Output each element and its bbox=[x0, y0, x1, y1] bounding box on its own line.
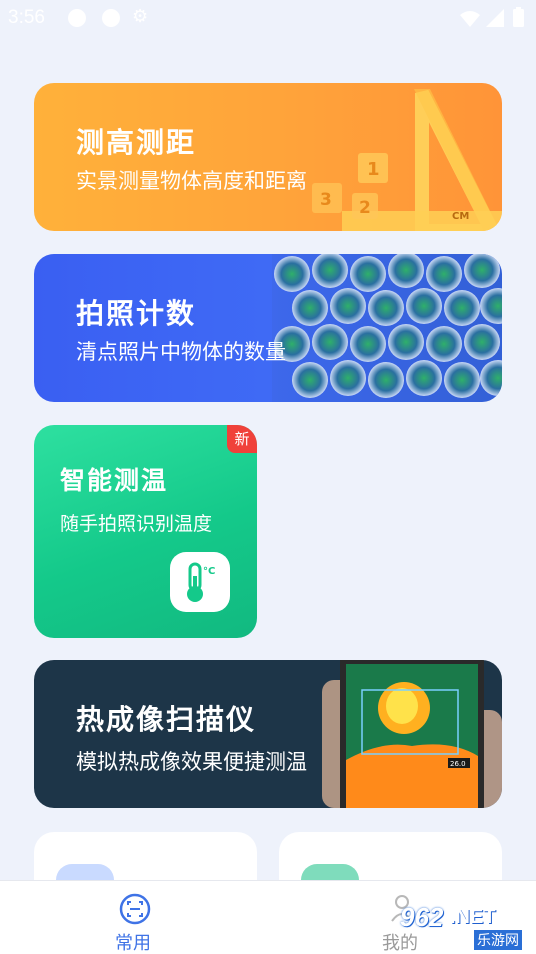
ruler-unit-label: CM bbox=[452, 211, 469, 222]
site-watermark: 962 .NET 乐游网 bbox=[398, 902, 532, 950]
count-card-subtitle: 清点照片中物体的数量 bbox=[76, 340, 286, 364]
wifi-icon bbox=[460, 11, 480, 27]
new-badge: 新 bbox=[227, 425, 257, 453]
app-notification-icon: ⚙ bbox=[132, 6, 149, 27]
thermal-phone-illustration: 26.0 bbox=[322, 660, 502, 808]
thermometer-icon: °C bbox=[170, 552, 230, 612]
measure-block-digit-1: 1 bbox=[367, 159, 380, 180]
measure-block-digit-2: 2 bbox=[359, 198, 371, 218]
temperature-card-subtitle: 随手拍照识别温度 bbox=[60, 513, 213, 535]
scan-icon bbox=[119, 893, 151, 925]
battery-icon bbox=[513, 7, 524, 27]
measure-card-subtitle: 实景测量物体高度和距离 bbox=[76, 169, 307, 193]
nav-item-common-label: 常用 bbox=[115, 933, 151, 954]
status-bar: 3:56 ⚙ bbox=[0, 0, 536, 38]
thermal-card-subtitle: 模拟热成像效果便捷测温 bbox=[76, 750, 307, 774]
thermal-reading-label: 26.0 bbox=[450, 760, 466, 768]
temperature-card-title: 智能测温 bbox=[60, 466, 169, 495]
thermometer-unit-label: °C bbox=[203, 566, 215, 577]
temperature-card[interactable]: 新 智能测温 随手拍照识别温度 °C bbox=[34, 425, 257, 638]
thermal-card-title: 热成像扫描仪 bbox=[76, 703, 257, 736]
watermark-domain: .NET bbox=[450, 906, 496, 928]
count-card-title: 拍照计数 bbox=[76, 297, 197, 330]
measure-card[interactable]: 1 2 3 CM 测高测距 实景测量物体高度和距离 bbox=[34, 83, 502, 231]
watermark-number: 962 bbox=[400, 902, 444, 932]
watermark-site: 乐游网 bbox=[474, 930, 522, 950]
measure-card-title: 测高测距 bbox=[76, 126, 197, 159]
count-card[interactable]: 拍照计数 清点照片中物体的数量 bbox=[34, 254, 502, 402]
measure-block-digit-3: 3 bbox=[320, 190, 332, 210]
signal-icon bbox=[486, 9, 504, 27]
nav-item-common[interactable]: 常用 bbox=[100, 881, 170, 954]
info-icon bbox=[102, 9, 120, 27]
status-time: 3:56 bbox=[8, 7, 45, 28]
notification-icon bbox=[68, 9, 86, 27]
pipes-illustration bbox=[272, 254, 502, 402]
ruler-triangle-illustration: 1 2 3 CM bbox=[312, 89, 502, 231]
thermal-card[interactable]: 26.0 热成像扫描仪 模拟热成像效果便捷测温 bbox=[34, 660, 502, 808]
